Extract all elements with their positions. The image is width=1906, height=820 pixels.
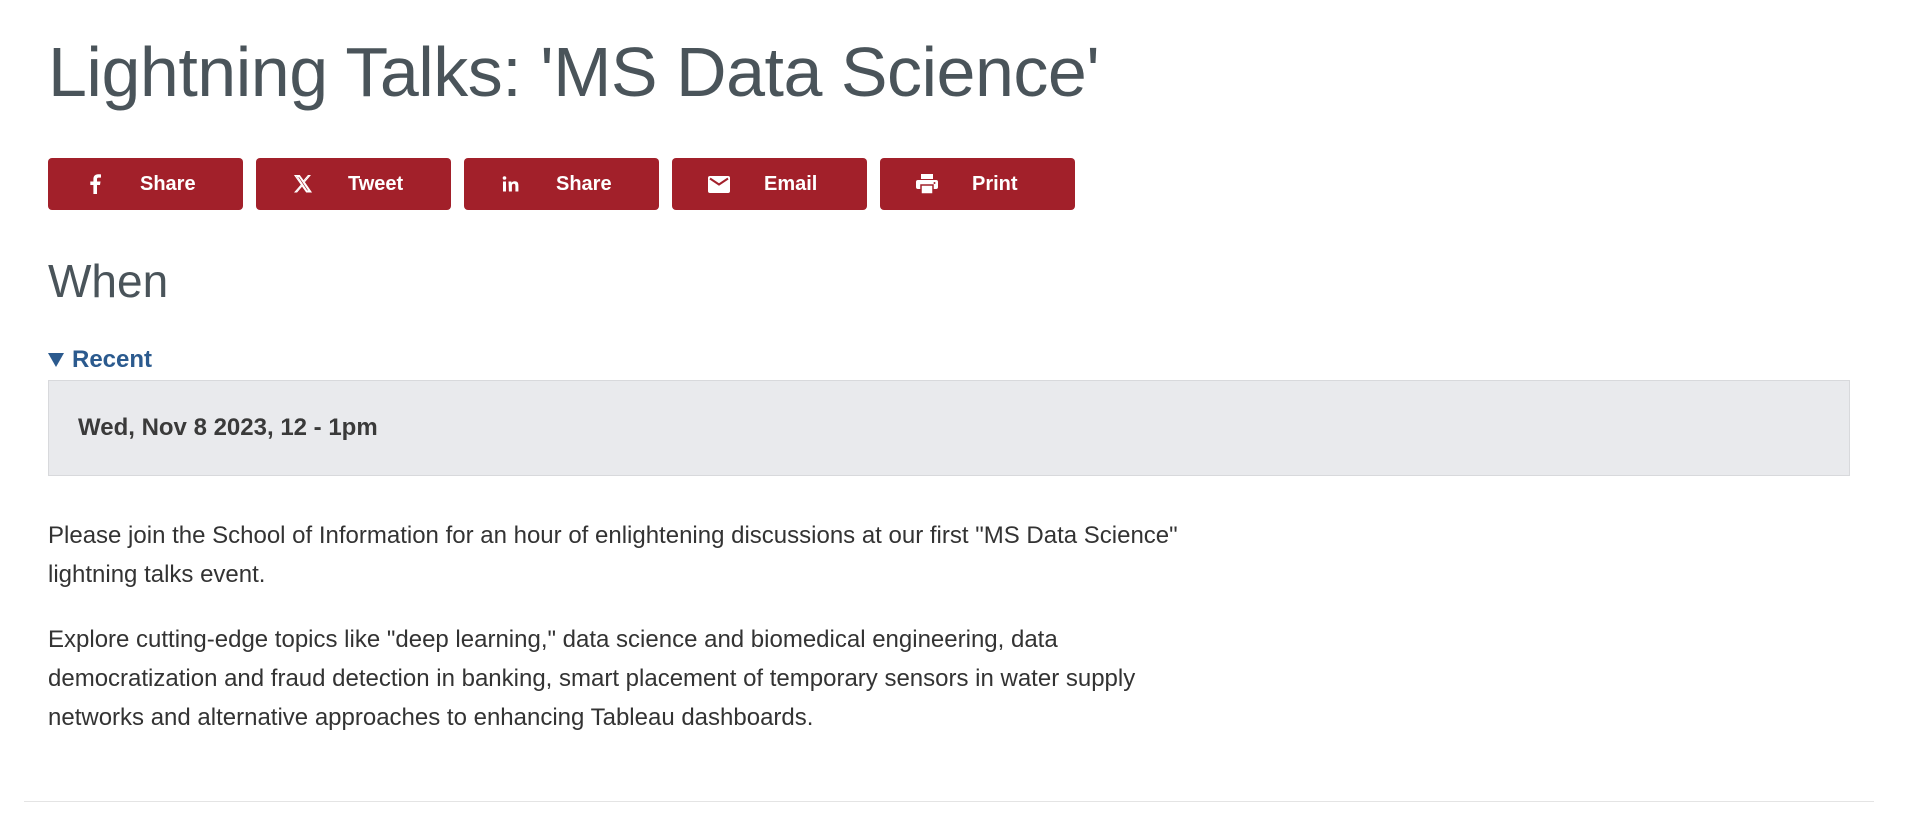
- linkedin-share-label: Share: [556, 172, 612, 195]
- share-bar: Share Tweet Share Email Print: [48, 158, 1075, 210]
- event-date: Wed, Nov 8 2023, 12 - 1pm: [78, 414, 378, 441]
- linkedin-icon: [500, 173, 522, 195]
- email-share-button[interactable]: Email: [672, 158, 867, 210]
- event-description: Please join the School of Information fo…: [48, 516, 1228, 763]
- facebook-share-label: Share: [140, 172, 196, 195]
- print-button[interactable]: Print: [880, 158, 1075, 210]
- email-share-label: Email: [764, 172, 818, 195]
- triangle-down-icon: [48, 353, 64, 367]
- x-twitter-icon: [292, 173, 314, 195]
- when-heading: When: [48, 255, 169, 307]
- x-tweet-label: Tweet: [348, 172, 404, 195]
- section-divider: [24, 801, 1874, 802]
- x-tweet-button[interactable]: Tweet: [256, 158, 451, 210]
- recent-label: Recent: [72, 346, 153, 373]
- email-icon: [708, 173, 730, 195]
- description-paragraph: Explore cutting-edge topics like "deep l…: [48, 626, 1136, 731]
- event-date-panel: Wed, Nov 8 2023, 12 - 1pm: [48, 380, 1850, 476]
- recent-disclosure-toggle[interactable]: Recent: [48, 346, 152, 374]
- linkedin-share-button[interactable]: Share: [464, 158, 659, 210]
- print-label: Print: [972, 172, 1018, 195]
- facebook-share-button[interactable]: Share: [48, 158, 243, 210]
- print-icon: [916, 173, 938, 195]
- page-title: Lightning Talks: 'MS Data Science': [48, 33, 1100, 111]
- facebook-icon: [84, 173, 106, 195]
- description-paragraph: Please join the School of Information fo…: [48, 522, 1178, 588]
